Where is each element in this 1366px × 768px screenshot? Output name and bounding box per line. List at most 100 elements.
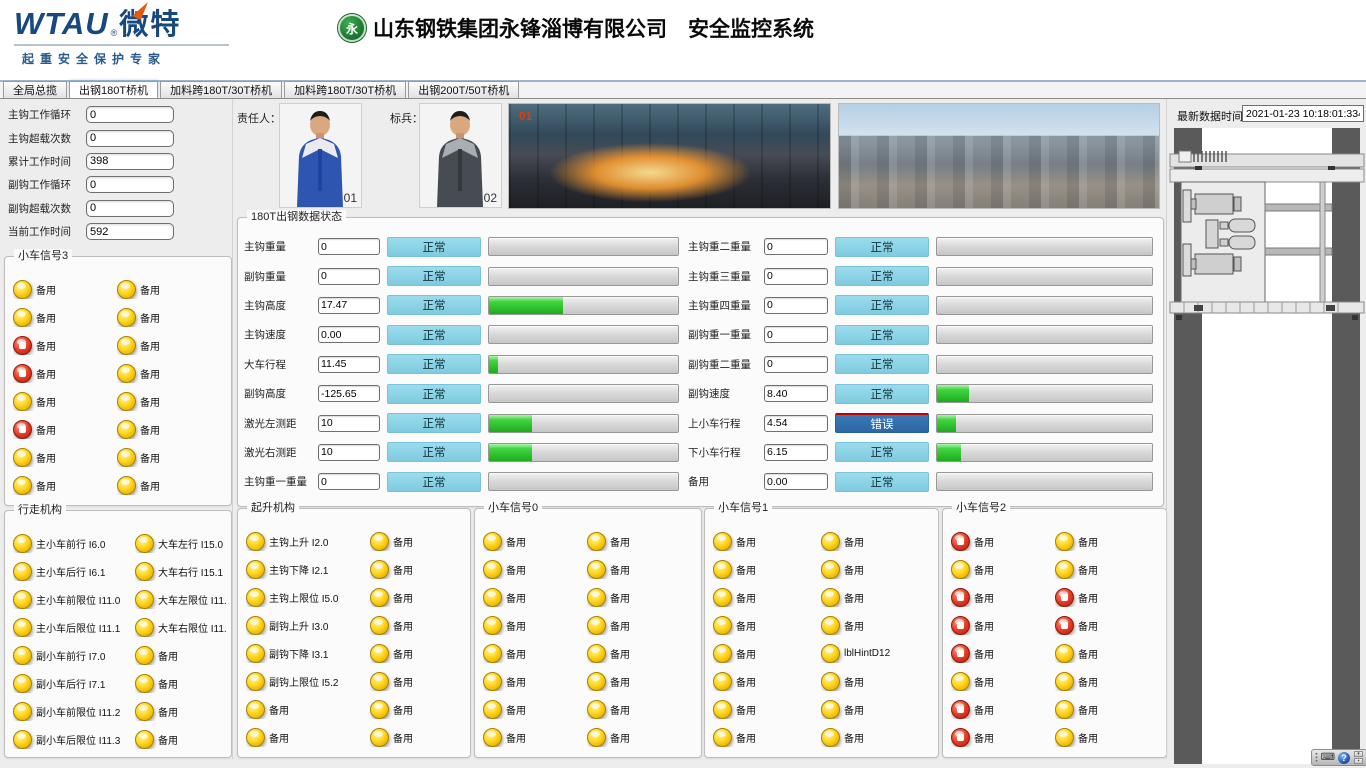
tab[interactable]: 出钢200T/50T桥机: [408, 81, 519, 98]
status-button[interactable]: 错误: [835, 413, 929, 433]
indicator-item: 备用: [587, 532, 697, 551]
options-button[interactable]: ▪: [1354, 758, 1363, 764]
indicator-item: 备用: [587, 728, 697, 747]
data-row: 副钩重量 正常: [244, 261, 684, 290]
data-value-input[interactable]: [318, 268, 380, 285]
latest-data-time-input[interactable]: [1242, 105, 1364, 122]
status-button[interactable]: 正常: [835, 354, 929, 374]
data-value-input[interactable]: [318, 415, 380, 432]
data-value-input[interactable]: [318, 326, 380, 343]
status-button[interactable]: 正常: [387, 413, 481, 433]
lamp-icon: [821, 560, 840, 579]
indicator-item: 备用: [370, 588, 466, 607]
status-label: 正常: [871, 444, 894, 460]
data-value-input[interactable]: [318, 297, 380, 314]
indicator-label: 备用: [140, 366, 160, 381]
indicator-item: 备用: [483, 700, 587, 719]
lamp-icon: [713, 616, 732, 635]
data-value-input[interactable]: [318, 444, 380, 461]
indicator-item: 备用: [135, 674, 227, 693]
status-button[interactable]: 正常: [835, 325, 929, 345]
status-label: 错误: [871, 416, 894, 432]
indicator-label: 备用: [974, 674, 994, 689]
stat-value-input[interactable]: [86, 223, 174, 240]
stat-value-input[interactable]: [86, 106, 174, 123]
tab[interactable]: 全局总揽: [3, 81, 67, 98]
indicator-label: 备用: [36, 478, 56, 493]
lamp-icon: [13, 476, 32, 495]
grip-handle[interactable]: [1315, 752, 1318, 763]
help-icon[interactable]: ?: [1338, 752, 1350, 764]
lamp-icon: [951, 560, 970, 579]
stat-value-input[interactable]: [86, 176, 174, 193]
data-value-input[interactable]: [764, 444, 828, 461]
indicator-label: 备用: [158, 676, 178, 691]
status-button[interactable]: 正常: [835, 266, 929, 286]
stat-value-input[interactable]: [86, 130, 174, 147]
indicator-item: 副钩上升 I3.0: [246, 616, 370, 635]
data-value-input[interactable]: [764, 385, 828, 402]
tab[interactable]: 加料跨180T/30T桥机: [284, 81, 406, 98]
data-value-input[interactable]: [318, 356, 380, 373]
status-button[interactable]: 正常: [387, 325, 481, 345]
data-value-input[interactable]: [764, 326, 828, 343]
indicator-label: lblHintD12: [844, 648, 890, 659]
data-value-input[interactable]: [318, 385, 380, 402]
indicator-item: 主钩上限位 I5.0: [246, 588, 370, 607]
status-button[interactable]: 正常: [387, 266, 481, 286]
status-button[interactable]: 正常: [835, 384, 929, 404]
status-button[interactable]: 正常: [387, 237, 481, 257]
collapse-button[interactable]: ▾: [1354, 751, 1363, 757]
indicator-item: 大车右限位 I11.5: [135, 618, 227, 637]
stat-value-input[interactable]: [86, 200, 174, 217]
indicator-item: 备用: [117, 420, 227, 439]
data-value-input[interactable]: [318, 238, 380, 255]
status-button[interactable]: 正常: [387, 442, 481, 462]
steel-mill-photo: 01: [508, 103, 831, 209]
status-button[interactable]: 正常: [387, 295, 481, 315]
indicator-label: 备用: [506, 730, 526, 745]
indicator-item: 大车右行 I15.1: [135, 562, 227, 581]
indicator-grid: 备用 备用 备用 备用 备用: [705, 509, 938, 751]
indicator-label: 备用: [844, 562, 864, 577]
keyboard-icon[interactable]: ⌨: [1321, 753, 1335, 763]
indicator-item: 备用: [821, 672, 934, 691]
indicator-item: 主小车前限位 I11.0: [13, 590, 135, 609]
status-button[interactable]: 正常: [387, 354, 481, 374]
data-value-input[interactable]: [764, 473, 828, 490]
indicator-item: 大车左限位 I11.4: [135, 590, 227, 609]
lamp-icon: [587, 532, 606, 551]
brand-logo: WTAU ® 微特 起重安全保护专家: [14, 8, 229, 67]
indicator-item: 备用: [713, 616, 821, 635]
stat-value-input[interactable]: [86, 153, 174, 170]
status-button[interactable]: 正常: [835, 442, 929, 462]
status-label: 正常: [423, 474, 446, 490]
data-value-input[interactable]: [764, 238, 828, 255]
indicator-label: 备用: [140, 478, 160, 493]
status-button[interactable]: 正常: [835, 295, 929, 315]
tab[interactable]: 加料跨180T/30T桥机: [160, 81, 282, 98]
indicator-label: 备用: [844, 618, 864, 633]
status-button[interactable]: 正常: [835, 237, 929, 257]
indicator-label: 备用: [736, 646, 756, 661]
data-label: 主钩重三重量: [688, 269, 764, 284]
lamp-icon: [370, 700, 389, 719]
data-value-input[interactable]: [318, 473, 380, 490]
indicator-label: 备用: [506, 646, 526, 661]
stat-label: 主钩超载次数: [8, 131, 86, 146]
data-label: 副钩重一重量: [688, 327, 764, 342]
data-row: 大车行程 正常: [244, 350, 684, 379]
indicator-label: 备用: [974, 702, 994, 717]
data-value-input[interactable]: [764, 268, 828, 285]
data-value-input[interactable]: [764, 415, 828, 432]
status-button[interactable]: 正常: [835, 472, 929, 492]
data-value-input[interactable]: [764, 297, 828, 314]
indicator-item: 备用: [370, 700, 466, 719]
panel-title: 小车信号0: [484, 501, 542, 515]
data-value-input[interactable]: [764, 356, 828, 373]
status-button[interactable]: 正常: [387, 384, 481, 404]
tab[interactable]: 出钢180T桥机: [69, 81, 158, 98]
status-button[interactable]: 正常: [387, 472, 481, 492]
indicator-label: 主小车前限位 I11.0: [36, 592, 120, 607]
indicator-label: 主钩上升 I2.0: [269, 534, 328, 549]
